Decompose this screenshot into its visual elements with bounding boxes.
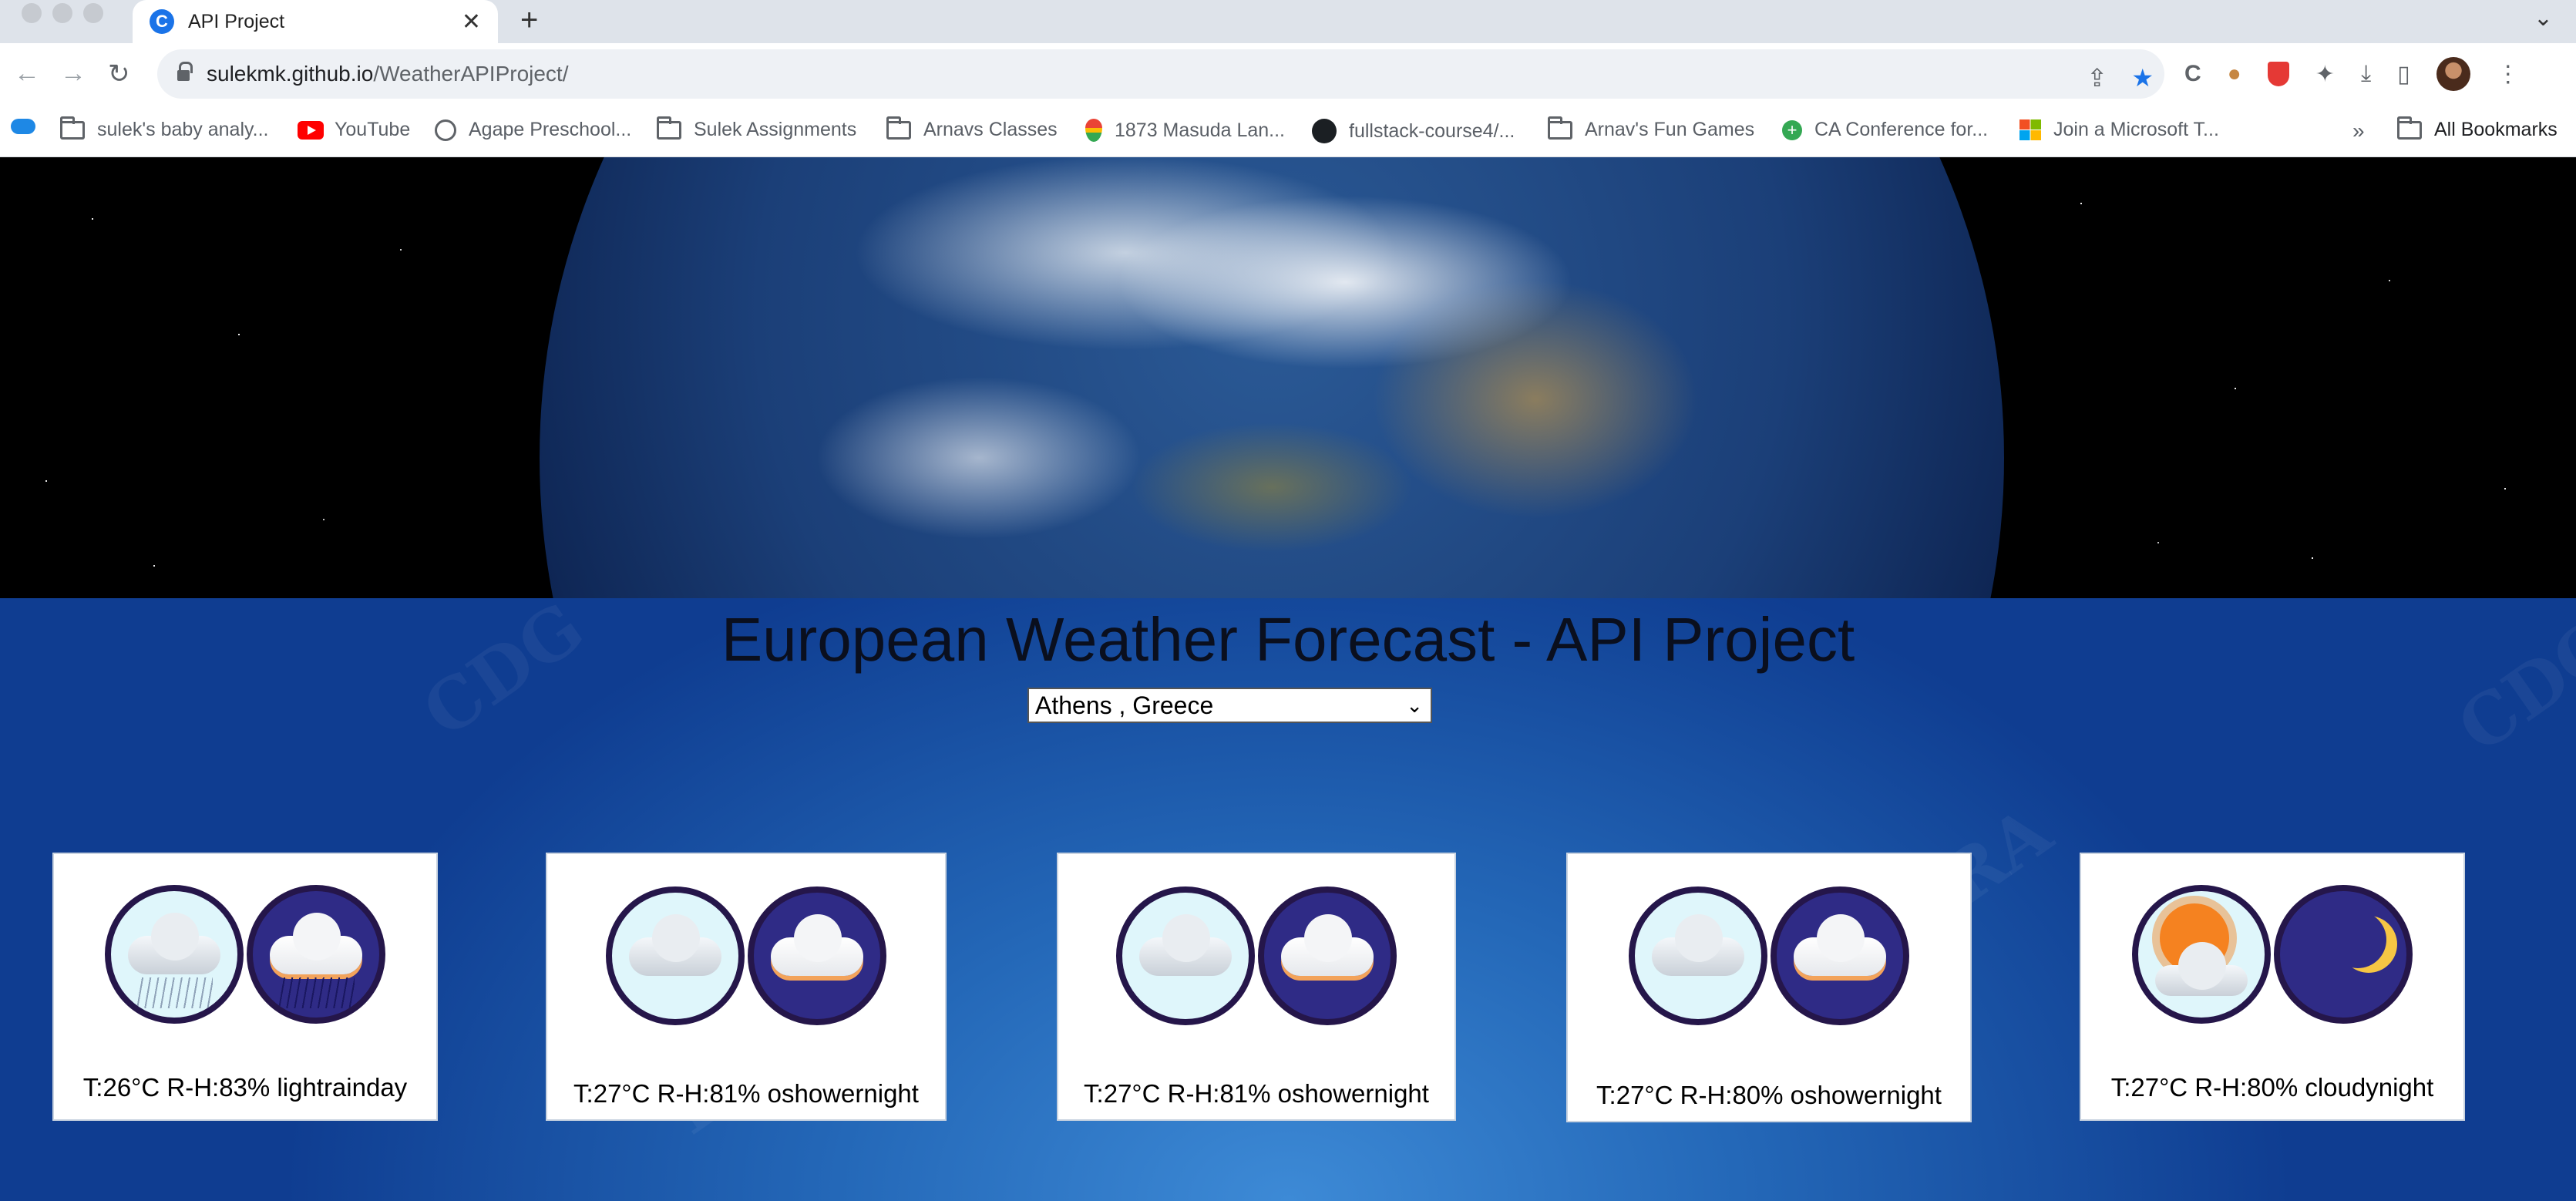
forecast-card: T:27°C R-H:80% oshowernight — [1566, 853, 1972, 1122]
earth-globe — [540, 157, 2004, 598]
tab-favicon-icon: C — [150, 9, 174, 34]
forecast-text: T:27°C R-H:80% cloudynight — [2110, 1073, 2434, 1102]
folder-icon — [886, 116, 911, 140]
forward-arrow-icon[interactable]: → — [60, 59, 86, 89]
forecast-text: T:27°C R-H:81% oshowernight — [573, 1079, 919, 1108]
close-window-button[interactable] — [22, 3, 42, 23]
globe-icon — [435, 119, 456, 141]
lock-icon[interactable] — [177, 62, 193, 82]
bookmark-github[interactable]: fullstack-course4/... — [1312, 119, 1515, 143]
page-main: CDG FRA FRA CDG European Weather Forecas… — [0, 598, 2576, 1201]
download-icon[interactable]: ⤓ — [2361, 61, 2371, 87]
tab-title: API Project — [188, 10, 285, 32]
forecast-card: T:27°C R-H:81% oshowernight — [546, 853, 947, 1121]
bookmark-microsoft[interactable]: Join a Microsoft T... — [2019, 119, 2219, 141]
cloudy-night-icon — [1771, 886, 1909, 1025]
profile-avatar[interactable] — [2436, 57, 2470, 91]
url-path: /WeatherAPIProject/ — [373, 62, 569, 86]
minimize-window-button[interactable] — [52, 3, 72, 23]
share-icon[interactable]: ⇪ — [2087, 63, 2107, 93]
folder-icon — [657, 116, 681, 140]
all-bookmarks-button[interactable]: All Bookmarks — [2397, 116, 2558, 141]
map-pin-icon — [1085, 119, 1102, 142]
extension-c-icon[interactable]: C — [2184, 61, 2201, 87]
folder-icon — [1548, 116, 1572, 140]
bookmarks-overflow-button[interactable]: » — [2352, 119, 2365, 143]
moon-night-icon — [2274, 885, 2413, 1024]
shield-extension-icon[interactable] — [2267, 62, 2289, 86]
forecast-text: T:27°C R-H:81% oshowernight — [1084, 1079, 1429, 1108]
browser-tab[interactable]: C API Project ✕ — [133, 0, 498, 43]
tab-close-icon[interactable]: ✕ — [462, 8, 481, 35]
tab-strip: C API Project ✕ + ⌄ — [0, 0, 2576, 43]
side-panel-icon[interactable]: ▯ — [2397, 61, 2410, 88]
sunny-cloud-day-icon — [2132, 885, 2271, 1024]
address-bar[interactable]: sulekmk.github.io/WeatherAPIProject/ ⇪ ★ — [157, 49, 2164, 99]
more-menu-icon[interactable]: ⋮ — [2497, 61, 2520, 88]
bookmark-link[interactable]: + CA Conference for... — [1782, 119, 1988, 141]
extensions-area: C ● ✦ ⤓ ▯ ⋮ — [2184, 57, 2520, 91]
city-select[interactable]: Athens , Greece ⌄ — [1027, 688, 1432, 723]
forecast-card: T:27°C R-H:81% oshowernight — [1057, 853, 1456, 1121]
cloudy-night-icon — [748, 886, 886, 1025]
bookmark-youtube[interactable]: YouTube — [298, 119, 410, 141]
forecast-card: T:26°C R-H:83% lightrainday — [52, 853, 438, 1121]
bookmark-maps[interactable]: 1873 Masuda Lan... — [1085, 119, 1285, 142]
browser-toolbar: ← → ↻ sulekmk.github.io/WeatherAPIProjec… — [0, 43, 2576, 105]
bookmark-folder[interactable]: Arnav's Fun Games — [1548, 116, 1754, 141]
forecast-text: T:27°C R-H:80% oshowernight — [1596, 1081, 1942, 1109]
url-host: sulekmk.github.io — [207, 62, 374, 86]
plus-circle-icon: + — [1782, 119, 1802, 140]
light-rain-day-icon — [105, 885, 244, 1024]
folder-icon — [2397, 116, 2422, 140]
folder-icon — [60, 116, 85, 140]
bookmark-star-icon[interactable]: ★ — [2131, 63, 2154, 93]
cloudy-day-icon — [1629, 886, 1767, 1025]
page-title: European Weather Forecast - API Project — [721, 605, 1855, 674]
tab-search-chevron-icon[interactable]: ⌄ — [2534, 5, 2553, 32]
chevron-down-icon: ⌄ — [1406, 694, 1423, 717]
back-arrow-icon[interactable]: ← — [14, 59, 40, 89]
reload-icon[interactable]: ↻ — [108, 59, 130, 89]
forecast-card: T:27°C R-H:80% cloudynight — [2080, 853, 2465, 1121]
earth-banner-image — [0, 157, 2576, 598]
bookmark-folder[interactable]: sulek's baby analy... — [60, 116, 269, 141]
puzzle-icon[interactable]: ✦ — [2315, 61, 2335, 88]
bookmarks-bar: sulek's baby analy... YouTube Agape Pres… — [0, 105, 2576, 157]
bookmark-link[interactable]: Agape Preschool... — [435, 119, 631, 141]
github-icon — [1312, 119, 1337, 143]
light-rain-night-icon — [247, 885, 385, 1024]
new-tab-icon[interactable]: + — [520, 3, 538, 38]
microsoft-icon — [2019, 119, 2041, 141]
bookmark-folder[interactable]: Arnavs Classes — [886, 116, 1058, 141]
cookie-extension-icon[interactable]: ● — [2228, 61, 2241, 87]
window-controls — [22, 3, 103, 23]
bookmark-cloud-icon[interactable] — [11, 119, 35, 134]
forecast-text: T:26°C R-H:83% lightrainday — [82, 1073, 408, 1102]
cloudy-day-icon — [606, 886, 745, 1025]
zoom-window-button[interactable] — [83, 3, 103, 23]
bookmark-folder[interactable]: Sulek Assignments — [657, 116, 856, 141]
city-select-value: Athens , Greece — [1035, 691, 1214, 719]
youtube-icon — [298, 120, 324, 140]
cloudy-day-icon — [1116, 886, 1255, 1025]
cloudy-night-icon — [1258, 886, 1397, 1025]
